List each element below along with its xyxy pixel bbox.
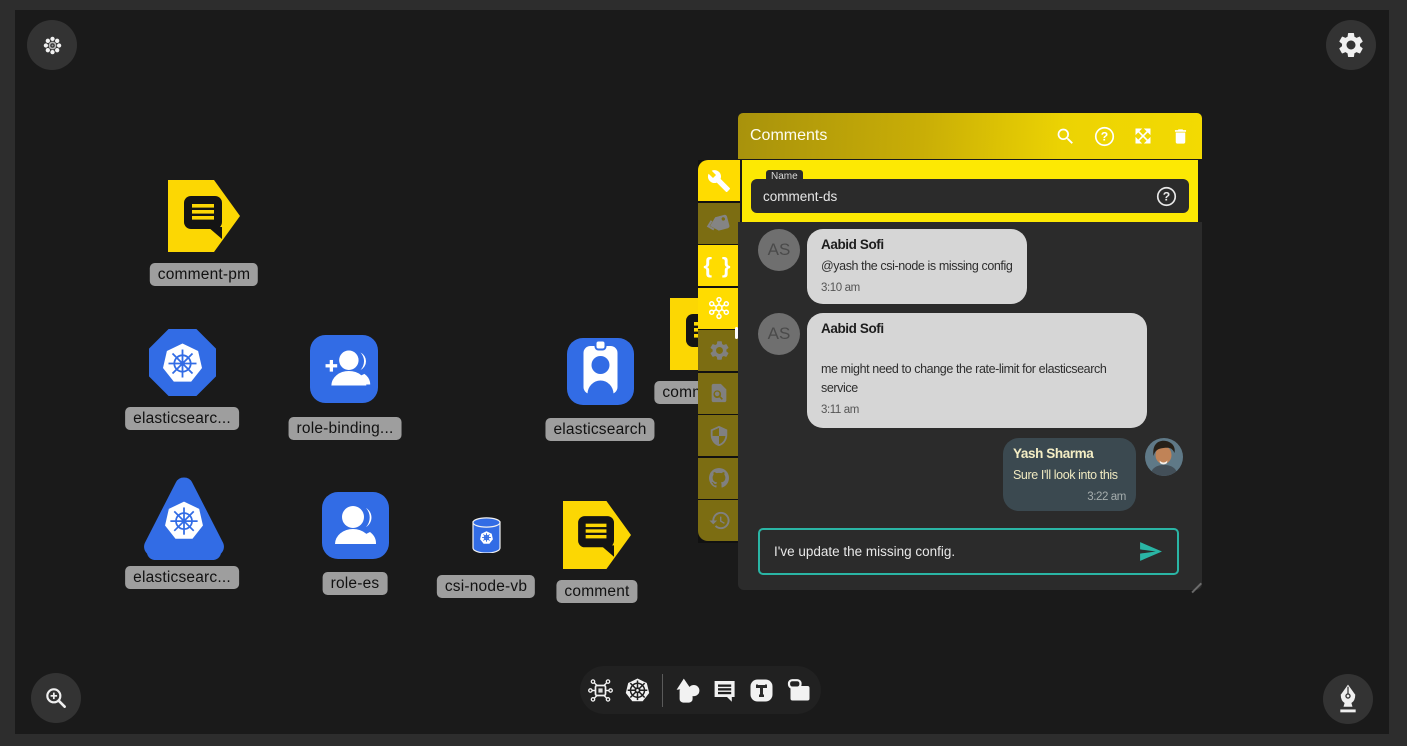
svg-text:?: ? [1163, 189, 1170, 203]
svg-text:?: ? [1101, 129, 1108, 143]
